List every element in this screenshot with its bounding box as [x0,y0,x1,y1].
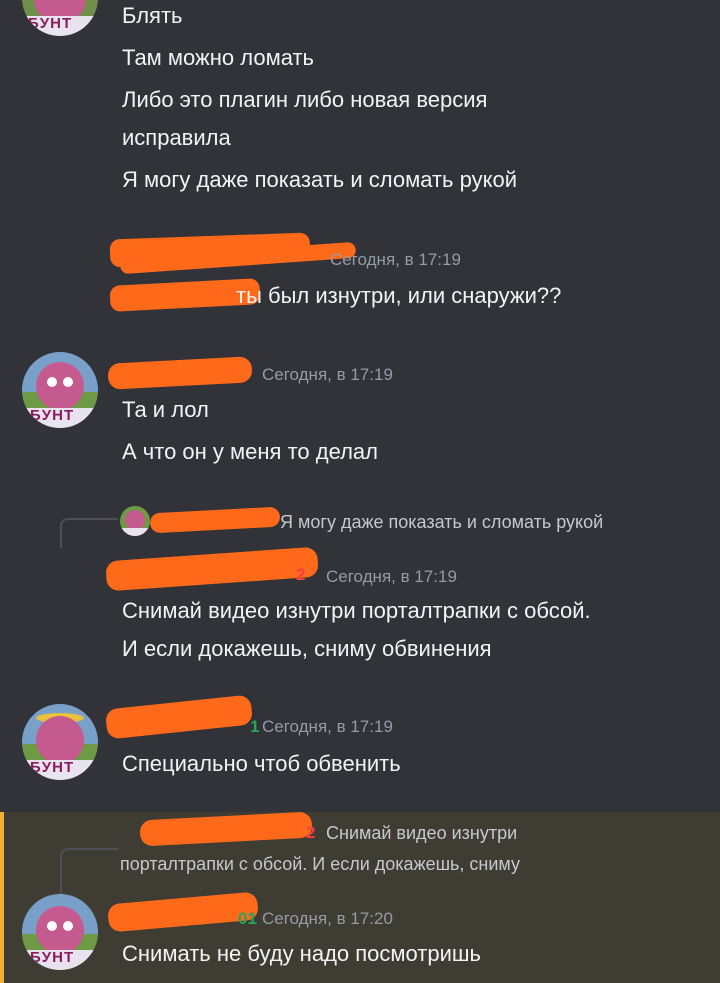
message-timestamp: Сегодня, в 17:20 [262,909,393,928]
role-badge: 1 [250,717,260,736]
message-line: Блять [122,3,183,28]
reply-connector [60,518,118,548]
message-line: Либо это плагин либо новая версия [122,87,488,112]
message-timestamp: Сегодня, в 17:19 [262,365,393,384]
role-badge: 01 [238,909,257,928]
reply-avatar[interactable] [120,506,150,536]
avatar[interactable]: ƂУНТ [22,352,98,428]
mention-highlight-bar [0,812,4,983]
redacted-username [104,694,254,740]
message-line: Снимай видео изнутри порталтрапки с обсо… [122,598,591,623]
reply-snippet[interactable]: Снимай видео изнутри [326,822,517,844]
message-line: ты был изнутри, или снаружи?? [236,283,562,308]
avatar-label: ƂУНТ [30,407,75,424]
message-timestamp: Сегодня, в 17:19 [262,717,393,736]
message-line: И если докажешь, сниму обвинения [122,636,492,661]
avatar[interactable]: ƂУНТ [22,0,98,36]
avatar[interactable]: ƂУНТ [22,704,98,780]
message-line: исправила [122,125,231,150]
role-badge: 2 [296,565,306,584]
reply-snippet[interactable]: Я могу даже показать и сломать рукой [280,511,603,533]
message-line: Снимать не буду надо посмотришь [122,941,481,966]
message-line: Там можно ломать [122,45,314,70]
reply-connector [60,848,118,894]
redacted-username [107,356,253,390]
avatar-label: ƂУНТ [28,15,73,32]
message-timestamp: Сегодня, в 17:19 [326,567,457,586]
avatar-label: ƂУНТ [30,949,75,966]
message-line: А что он у меня то делал [122,439,378,464]
message-timestamp: Сегодня, в 17:19 [330,250,461,269]
message-line: Я могу даже показать и сломать рукой [122,167,518,192]
avatar-label: ƂУНТ [30,759,75,776]
role-badge: 2 [306,823,316,842]
redacted-username [105,546,319,592]
message-line: Специально чтоб обвенить [122,751,401,776]
redacted-username [149,506,281,534]
message-line: Та и лол [122,397,209,422]
reply-snippet-continued[interactable]: порталтрапки с обсой. И если докажешь, с… [120,853,520,875]
avatar[interactable]: ƂУНТ [22,894,98,970]
